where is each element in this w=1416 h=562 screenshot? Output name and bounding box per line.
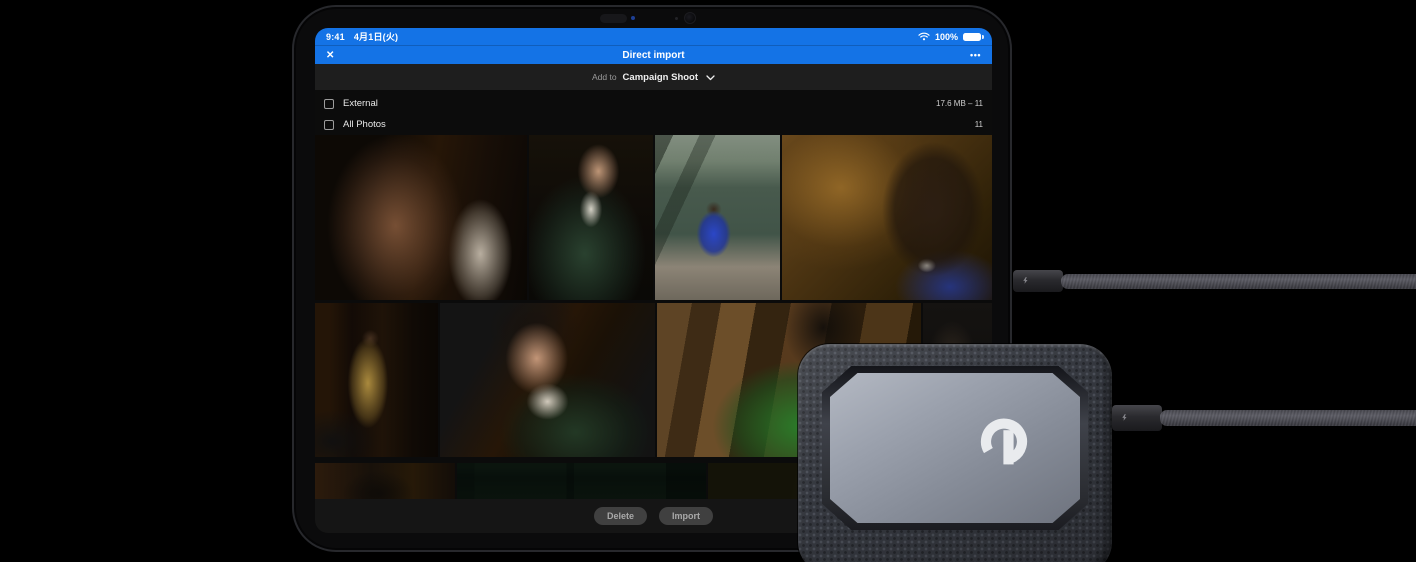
source-meta: 11 [975,120,983,129]
photo-thumbnail[interactable] [315,303,438,457]
photo-thumbnail[interactable] [315,135,527,300]
status-bar: 9:41 4月1日(火) 100% [315,28,992,46]
g-technology-logo-icon [974,414,1034,474]
drive-face-plate [830,373,1080,523]
usbc-connector [1112,405,1162,431]
import-button[interactable]: Import [659,507,713,525]
ambient-sensor-dot [675,17,678,20]
photo-thumbnail[interactable] [440,303,655,457]
delete-button[interactable]: Delete [594,507,647,525]
photo-thumbnail[interactable] [529,135,653,300]
photo-thumbnail[interactable] [655,135,780,300]
photo-thumbnail[interactable] [315,463,455,499]
more-menu-icon[interactable]: ••• [970,50,981,60]
import-header: ✕ Direct import ••• [315,46,992,64]
add-to-album-value: Campaign Shoot [623,72,698,83]
source-list: External 17.6 MB – 11 All Photos 11 [315,90,992,135]
thunderbolt-icon [1022,277,1030,285]
checkbox-all-photos[interactable] [324,120,334,130]
wifi-icon [918,28,930,46]
camera-indicator-dot [631,16,635,20]
checkbox-external[interactable] [324,99,334,109]
front-camera-icon [684,12,696,24]
close-icon[interactable]: ✕ [326,50,334,61]
braided-cable [1061,274,1416,289]
source-row-all-photos[interactable]: All Photos 11 [315,114,992,135]
photo-thumbnail[interactable] [782,135,992,300]
status-time: 9:41 [326,32,345,42]
source-label: External [343,98,378,109]
battery-percent: 100% [935,32,958,42]
add-to-selector[interactable]: Add to Campaign Shoot [315,64,992,90]
braided-cable [1160,410,1416,426]
usbc-connector [1013,270,1063,292]
source-label: All Photos [343,119,386,130]
photo-thumbnail[interactable] [457,463,706,499]
source-meta: 17.6 MB – 11 [936,99,983,108]
front-camera-pill [600,14,627,23]
external-ssd [798,344,1112,562]
scene: 9:41 4月1日(火) 100% ✕ [0,0,1416,562]
thunderbolt-icon [1121,414,1129,422]
status-date: 4月1日(火) [354,30,398,43]
page-title: Direct import [315,50,992,61]
chevron-down-icon [704,68,715,86]
add-to-label: Add to [592,72,617,82]
source-row-external[interactable]: External 17.6 MB – 11 [315,93,992,114]
battery-icon [963,33,981,41]
